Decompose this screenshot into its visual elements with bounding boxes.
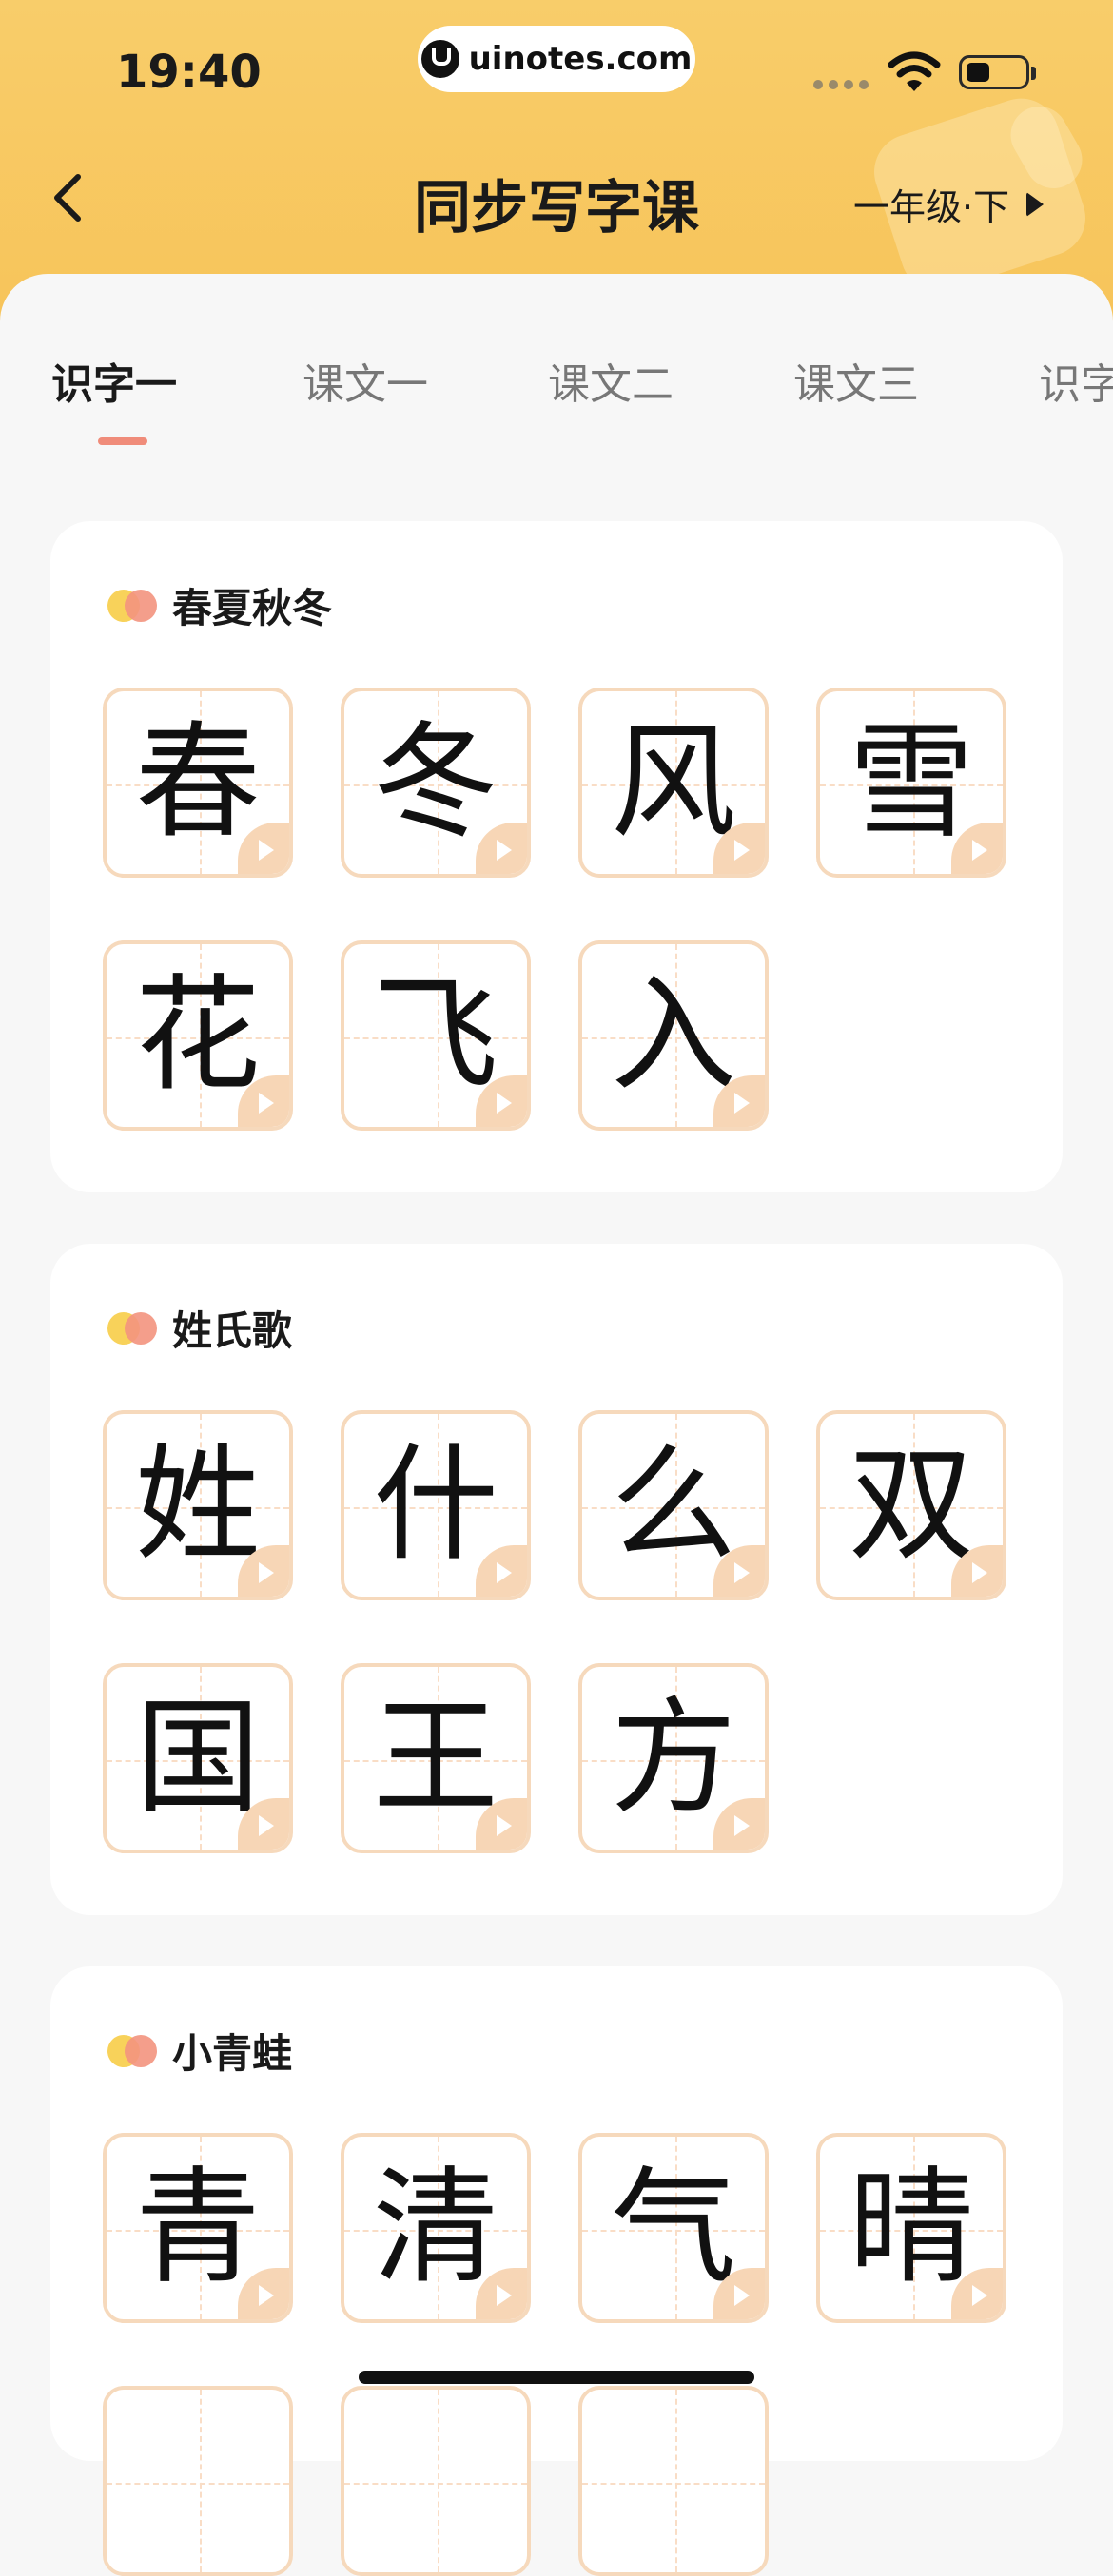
home-indicator (359, 2371, 754, 2384)
grade-selector[interactable]: 一年级·下 (853, 178, 1045, 230)
lesson-title: 姓氏歌 (172, 1307, 293, 1354)
url-pill[interactable]: uinotes.com (418, 26, 695, 92)
lesson-title: 小青蛙 (172, 2030, 293, 2077)
url-text: uinotes.com (468, 40, 693, 78)
char-tile[interactable]: 双 (816, 1410, 1006, 1600)
char-tile[interactable]: 青 (103, 2133, 293, 2323)
lesson-header: 春夏秋冬 (107, 576, 332, 634)
char-tile[interactable]: 么 (578, 1410, 769, 1600)
wifi-icon (888, 51, 941, 91)
signal-icon (813, 80, 869, 89)
lesson-dot-icon (107, 2034, 157, 2067)
tab-kewen-1[interactable]: 课文一 (303, 350, 428, 411)
tab-shizi-1[interactable]: 识字一 (51, 350, 177, 411)
lesson-header: 小青蛙 (107, 2022, 292, 2080)
battery-tip (1031, 67, 1036, 80)
char-tile[interactable]: 姓 (103, 1410, 293, 1600)
char-tile[interactable]: 什 (341, 1410, 531, 1600)
char-tile[interactable]: 飞 (341, 940, 531, 1131)
char-tile[interactable]: 春 (103, 688, 293, 878)
site-logo-icon (420, 40, 459, 78)
char-tile[interactable]: 清 (341, 2133, 531, 2323)
char-tile[interactable]: 冬 (341, 688, 531, 878)
active-tab-indicator (98, 437, 147, 445)
lesson-dot-icon (107, 589, 157, 622)
char-tile[interactable] (578, 2386, 769, 2576)
status-time: 19:40 (116, 46, 262, 99)
char-tile[interactable]: 方 (578, 1663, 769, 1853)
tab-kewen-3[interactable]: 课文三 (793, 350, 919, 411)
char-tile[interactable]: 雪 (816, 688, 1006, 878)
lesson-dot-icon (107, 1311, 157, 1345)
grade-label: 一年级·下 (853, 186, 1010, 228)
tab-kewen-2[interactable]: 课文二 (548, 350, 674, 411)
char-tile[interactable]: 国 (103, 1663, 293, 1853)
lesson-tabs: 识字一 课文一 课文二 课文三 识字 (0, 350, 1113, 409)
char-tile[interactable]: 晴 (816, 2133, 1006, 2323)
lesson-header: 姓氏歌 (107, 1299, 292, 1357)
char-tile[interactable]: 花 (103, 940, 293, 1131)
char-tile[interactable] (103, 2386, 293, 2576)
tab-shizi-2[interactable]: 识字 (1039, 350, 1113, 411)
char-tile[interactable]: 气 (578, 2133, 769, 2323)
char-tile[interactable]: 入 (578, 940, 769, 1131)
lesson-card: 小青蛙 青 清 气 晴 (50, 1966, 1063, 2576)
lesson-card: 姓氏歌 姓 什 么 双 国 王 方 (50, 1244, 1063, 1915)
char-tile[interactable] (341, 2386, 531, 2576)
char-tile[interactable]: 王 (341, 1663, 531, 1853)
lesson-card: 春夏秋冬 春 冬 风 雪 花 飞 入 (50, 521, 1063, 1192)
char-tile[interactable]: 风 (578, 688, 769, 878)
battery-icon (959, 55, 1029, 89)
lesson-title: 春夏秋冬 (172, 585, 333, 631)
play-arrow-icon (1026, 191, 1045, 217)
